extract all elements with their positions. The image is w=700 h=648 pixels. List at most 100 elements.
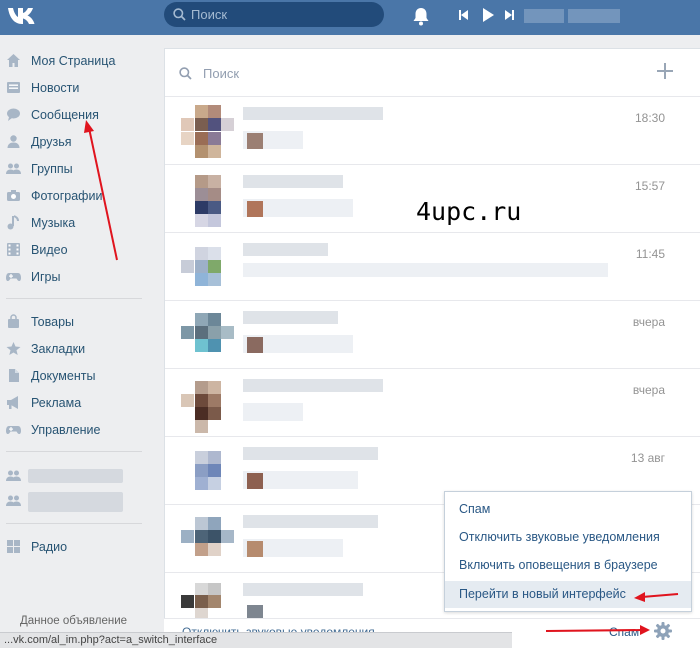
avatar xyxy=(181,513,235,567)
sidebar-item-video[interactable]: Видео xyxy=(0,237,150,264)
sidebar-item-label: Видео xyxy=(31,243,68,257)
blurred-mini-avatar xyxy=(247,541,263,557)
blurred-preview xyxy=(243,263,608,277)
sidebar-item-label: Документы xyxy=(31,369,96,383)
video-icon xyxy=(7,243,20,256)
dialog-row[interactable]: вчера xyxy=(165,301,700,369)
top-bar: Поиск xyxy=(0,0,700,35)
bag-icon xyxy=(8,314,19,328)
blurred-mini-avatar xyxy=(247,201,263,217)
dialog-time: вчера xyxy=(632,315,665,329)
sidebar-item-label: Группы xyxy=(31,162,73,176)
dialog-time: 11:45 xyxy=(635,247,665,261)
sidebar-item-groups[interactable]: Группы xyxy=(0,156,150,183)
search-icon xyxy=(179,67,192,80)
sidebar-item-ads[interactable]: Реклама xyxy=(0,390,150,417)
blurred-mini-avatar xyxy=(247,133,263,149)
sidebar-item-radio[interactable]: Радио xyxy=(0,534,150,561)
menu-divider xyxy=(6,451,142,452)
blurred-name xyxy=(243,243,328,256)
sidebar-item-label: Моя Страница xyxy=(31,54,116,68)
gamepad-icon xyxy=(6,426,21,435)
gear-icon[interactable] xyxy=(654,622,672,640)
menu-divider xyxy=(6,298,142,299)
header-search[interactable]: Поиск xyxy=(164,2,384,27)
status-url: ...vk.com/al_im.php?act=a_switch_interfa… xyxy=(4,634,218,646)
blurred-name xyxy=(243,311,338,324)
sidebar-item-bookmarks[interactable]: Закладки xyxy=(0,336,150,363)
sidebar-item-label: Друзья xyxy=(31,135,72,149)
menu-item-disable-sounds[interactable]: Отключить звуковые уведомления xyxy=(445,524,691,551)
music-icon xyxy=(7,215,19,230)
sidebar-item-music[interactable]: Музыка xyxy=(0,210,150,237)
menu-item-spam[interactable]: Спам xyxy=(445,496,691,523)
header-search-placeholder: Поиск xyxy=(191,7,228,22)
sidebar-item-label: Игры xyxy=(31,270,61,284)
spam-link[interactable]: Спам xyxy=(609,625,639,639)
sidebar-item-label: Товары xyxy=(31,315,74,329)
dialog-row[interactable]: 11:45 xyxy=(165,233,700,301)
dialog-time: 15:57 xyxy=(634,179,665,193)
dialogs-search[interactable]: Поиск xyxy=(165,49,700,97)
avatar xyxy=(181,173,235,227)
blurred-mini-avatar xyxy=(247,337,263,353)
groups-icon xyxy=(6,163,21,174)
sidebar-item-label: Музыка xyxy=(31,216,76,230)
audio-player-controls[interactable] xyxy=(459,8,517,22)
avatar xyxy=(181,241,235,295)
menu-item-label: Отключить звуковые уведомления xyxy=(459,530,660,544)
sidebar-item-messages[interactable]: Сообщения xyxy=(0,102,150,129)
sidebar-item-management[interactable]: Управление xyxy=(0,417,150,444)
avatar xyxy=(181,309,235,363)
menu-item-label: Спам xyxy=(459,502,491,516)
blurred-preview xyxy=(243,403,303,421)
sidebar-item-label: Закладки xyxy=(31,342,86,356)
sidebar-item-label: Новости xyxy=(31,81,80,95)
blurred-mini-avatar xyxy=(247,473,263,489)
document-icon xyxy=(9,369,19,382)
blurred-name xyxy=(243,583,363,596)
star-icon xyxy=(6,342,21,355)
blurred-track-title xyxy=(524,9,564,23)
sidebar-item-blurred-group-2[interactable] xyxy=(0,488,150,515)
sidebar-item-friends[interactable]: Друзья xyxy=(0,129,150,156)
sidebar-item-blurred-group-1[interactable] xyxy=(0,463,150,490)
avatar xyxy=(181,105,235,159)
avatar xyxy=(181,445,235,499)
search-icon xyxy=(173,8,186,21)
watermark: 4upc.ru xyxy=(416,197,522,226)
sidebar-item-documents[interactable]: Документы xyxy=(0,363,150,390)
blurred-label xyxy=(28,492,123,512)
grid-icon xyxy=(7,540,20,553)
sidebar-item-label: Радио xyxy=(31,540,68,554)
sidebar-item-label: Реклама xyxy=(31,396,82,410)
sidebar-item-my-page[interactable]: Моя Страница xyxy=(0,48,150,75)
dialogs-search-placeholder: Поиск xyxy=(203,66,240,81)
groups-icon xyxy=(6,470,21,481)
menu-item-label: Перейти в новый интерфейс xyxy=(459,587,626,601)
menu-item-enable-browser-notifications[interactable]: Включить оповещения в браузере xyxy=(445,552,691,579)
messages-icon xyxy=(7,108,20,121)
sidebar-item-label: Управление xyxy=(31,423,101,437)
groups-icon xyxy=(6,495,21,506)
vk-logo-icon[interactable] xyxy=(6,3,40,29)
dialog-time: 13 авг xyxy=(630,451,665,465)
friend-icon xyxy=(7,135,20,148)
blurred-name xyxy=(243,379,383,392)
dialog-row[interactable]: вчера xyxy=(165,369,700,437)
settings-dropdown: Спам Отключить звуковые уведомления Вклю… xyxy=(444,491,692,612)
camera-icon xyxy=(7,190,20,201)
ad-label[interactable]: Данное объявление xyxy=(20,615,127,627)
megaphone-icon xyxy=(7,396,18,409)
plus-icon[interactable] xyxy=(657,63,673,79)
sidebar-item-goods[interactable]: Товары xyxy=(0,309,150,336)
sidebar-item-photos[interactable]: Фотографии xyxy=(0,183,150,210)
dialog-row[interactable]: 18:30 xyxy=(165,97,700,165)
browser-status-bar: ...vk.com/al_im.php?act=a_switch_interfa… xyxy=(0,632,512,648)
blurred-name xyxy=(243,107,383,120)
bell-icon[interactable] xyxy=(412,6,430,26)
menu-item-switch-new-interface[interactable]: Перейти в новый интерфейс xyxy=(445,581,691,608)
sidebar-item-games[interactable]: Игры xyxy=(0,264,150,291)
blurred-name xyxy=(243,515,378,528)
sidebar-item-news[interactable]: Новости xyxy=(0,75,150,102)
